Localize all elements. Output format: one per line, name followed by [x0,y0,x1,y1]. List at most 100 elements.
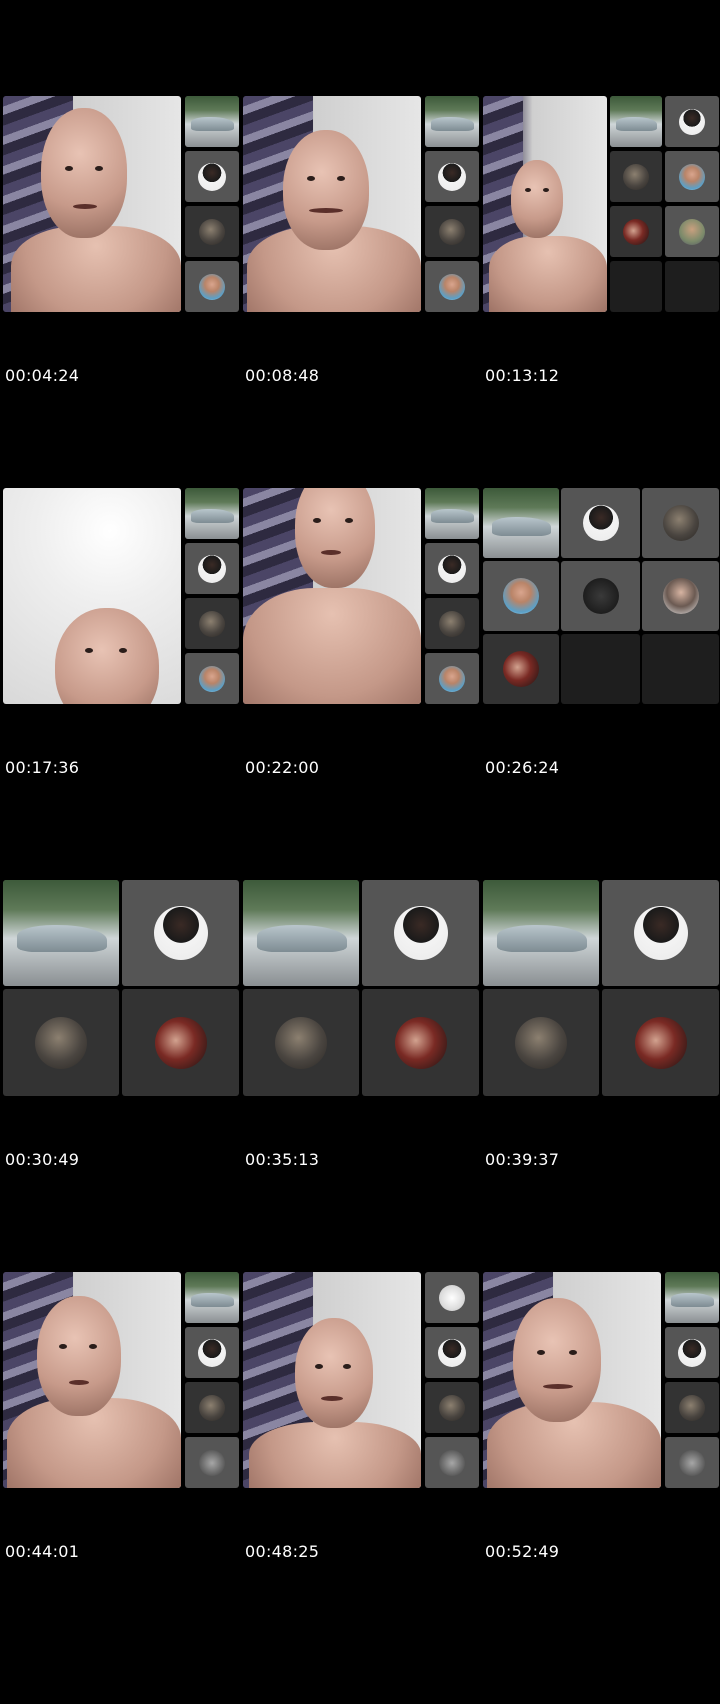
participant-car-tile[interactable] [425,488,479,539]
woman-avatar-icon [582,505,619,541]
participant-tile[interactable] [602,989,719,1096]
main-video-feed [243,488,421,704]
participant-tile[interactable] [425,151,479,202]
gray-avatar-icon [35,1016,87,1069]
participant-tile[interactable] [3,989,119,1096]
participant-tile[interactable] [243,989,359,1096]
participant-car-tile[interactable] [185,1272,239,1323]
timestamp: 00:04:24 [5,366,80,385]
participant-tile[interactable] [665,151,719,202]
logo-avatar-icon [582,578,619,614]
participant-tile[interactable] [642,488,719,558]
participant-tile[interactable] [185,206,239,257]
car-avatar-icon [439,1284,465,1311]
man-avatar-icon [199,273,225,300]
participant-tile[interactable] [122,880,239,986]
woman-avatar-icon [678,1338,706,1367]
timestamp: 00:22:00 [245,758,320,777]
participant-tile[interactable] [665,1382,719,1433]
man-avatar-icon [679,163,705,190]
gray-avatar-icon [662,505,699,541]
participant-tile[interactable] [185,598,239,649]
main-video-feed [3,1272,181,1488]
participant-tile[interactable] [425,206,479,257]
participant-car-tile[interactable] [425,96,479,147]
man-avatar-icon [439,273,465,300]
timestamp: 00:44:01 [5,1542,80,1561]
participant-tile[interactable] [185,1327,239,1378]
hooded-avatar-icon [199,1449,225,1476]
woman-avatar-icon [438,162,466,191]
participant-tile[interactable] [185,653,239,704]
timestamp: 00:08:48 [245,366,320,385]
main-video-feed [3,96,181,312]
participant-car-tile[interactable] [665,1272,719,1323]
participant-tile[interactable] [185,543,239,594]
gray-avatar-icon [623,163,649,190]
participant-tile[interactable] [362,989,479,1096]
gray-avatar-icon [199,1394,225,1421]
timestamp: 00:52:49 [485,1542,560,1561]
participant-car-tile[interactable] [243,880,359,986]
gray-avatar-icon [275,1016,327,1069]
woman-avatar-icon [633,906,688,960]
participant-tile[interactable] [425,1437,479,1488]
participant-tile[interactable] [610,206,662,257]
participant-tile[interactable] [665,1327,719,1378]
participant-tile[interactable] [665,1437,719,1488]
participant-tile[interactable] [185,151,239,202]
main-video-feed [483,1272,661,1488]
participant-tile[interactable] [561,488,640,558]
couple-avatar-icon [394,1016,447,1069]
participant-tile[interactable] [483,561,559,631]
participant-car-tile[interactable] [483,488,559,558]
participant-tile[interactable] [362,880,479,986]
woman-avatar-icon [198,162,226,191]
participant-car-tile[interactable] [185,96,239,147]
participant-tile[interactable] [185,261,239,312]
couple-avatar-icon [623,218,649,245]
main-video-feed [243,96,421,312]
gray-avatar-icon [439,610,465,637]
hooded-avatar-icon [679,1449,705,1476]
participant-car-tile[interactable] [483,880,599,986]
participant-tile[interactable] [483,989,599,1096]
participant-tile[interactable] [425,261,479,312]
man-avatar-icon [439,665,465,692]
participant-car-tile[interactable] [185,488,239,539]
participant-tile[interactable] [610,151,662,202]
participant-car-tile[interactable] [610,96,662,147]
timestamp: 00:39:37 [485,1150,560,1169]
timestamp: 00:48:25 [245,1542,320,1561]
participant-tile[interactable] [122,989,239,1096]
guy-avatar-icon [662,578,699,614]
participant-tile[interactable] [665,96,719,147]
participant-car-tile[interactable] [3,880,119,986]
participant-tile[interactable] [483,634,559,704]
woman-avatar-icon [153,906,208,960]
hooded-avatar-icon [439,1449,465,1476]
gray-avatar-icon [199,218,225,245]
empty-tile [665,261,719,312]
participant-tile[interactable] [185,1382,239,1433]
participant-tile[interactable] [425,543,479,594]
participant-tile[interactable] [425,1327,479,1378]
couple-avatar-icon [503,651,539,687]
participant-tile[interactable] [425,653,479,704]
participant-tile[interactable] [425,1272,479,1323]
woman-avatar-icon [198,1338,226,1367]
woman-avatar-icon [393,906,448,960]
participant-tile[interactable] [425,598,479,649]
participant-tile[interactable] [425,1382,479,1433]
participant-tile[interactable] [642,561,719,631]
timestamp: 00:30:49 [5,1150,80,1169]
participant-tile[interactable] [665,206,719,257]
couple-avatar-icon [634,1016,687,1069]
participant-tile[interactable] [602,880,719,986]
woman-avatar-icon [438,554,466,583]
participant-tile[interactable] [185,1437,239,1488]
gray-avatar-icon [199,610,225,637]
timestamp: 00:35:13 [245,1150,320,1169]
gray-avatar-icon [439,1394,465,1421]
participant-tile[interactable] [561,561,640,631]
